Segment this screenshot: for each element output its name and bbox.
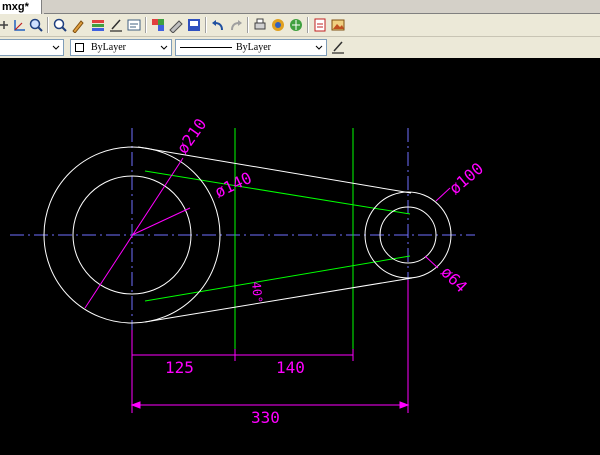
linetype-dropdown[interactable]: ByLayer bbox=[175, 39, 327, 56]
dim-text-330: 330 bbox=[251, 408, 280, 427]
diameter-140-leader bbox=[131, 207, 191, 236]
toolbar-separator bbox=[205, 17, 207, 33]
belt-upper-tangent bbox=[137, 146, 412, 194]
undo-icon[interactable] bbox=[210, 17, 226, 33]
dim-arrow-330-left bbox=[130, 401, 141, 409]
dim-text-d100: ø100 bbox=[445, 159, 487, 198]
properties-toolbar: ByLayer ByLayer bbox=[0, 37, 600, 59]
construction-line-lower bbox=[144, 255, 411, 302]
render-icon[interactable] bbox=[270, 17, 286, 33]
properties-icon[interactable] bbox=[126, 17, 142, 33]
ucs-icon[interactable] bbox=[12, 17, 28, 33]
layer-icon[interactable] bbox=[90, 17, 106, 33]
redo-icon[interactable] bbox=[228, 17, 244, 33]
chevron-down-icon bbox=[160, 45, 168, 50]
drawing-svg: 125 140 330 ø210 ø140 ø100 ø64 40° bbox=[10, 115, 487, 427]
color-dropdown[interactable]: ByLayer bbox=[70, 39, 172, 56]
dim-text-angle: 40° bbox=[249, 281, 265, 304]
document-tab-title: mxg* bbox=[2, 1, 29, 13]
dim-text-140: 140 bbox=[276, 358, 305, 377]
diameter-64-leader bbox=[424, 255, 439, 269]
dim-text-125: 125 bbox=[165, 358, 194, 377]
zoom-realtime-icon[interactable] bbox=[52, 17, 68, 33]
zoom-icon[interactable] bbox=[28, 17, 44, 33]
pan-icon[interactable] bbox=[0, 17, 12, 33]
diameter-210-leader bbox=[84, 157, 184, 309]
publish-icon[interactable] bbox=[288, 17, 304, 33]
belt-lower-tangent bbox=[144, 277, 413, 323]
dim-text-d64: ø64 bbox=[437, 262, 471, 296]
lineweight-icon[interactable] bbox=[330, 39, 346, 55]
color-dropdown-value: ByLayer bbox=[91, 42, 126, 53]
tool-palette-icon[interactable] bbox=[168, 17, 184, 33]
chevron-down-icon bbox=[52, 45, 60, 50]
print-icon[interactable] bbox=[252, 17, 268, 33]
chevron-down-icon bbox=[315, 45, 323, 50]
standard-toolbar bbox=[0, 14, 600, 37]
match-properties-icon[interactable] bbox=[70, 17, 86, 33]
linetype-dropdown-value: ByLayer bbox=[236, 42, 271, 53]
linetype-preview bbox=[180, 47, 232, 48]
dim-text-d210: ø210 bbox=[173, 115, 211, 157]
dim-arrow-330-right bbox=[399, 401, 410, 409]
document-tab[interactable]: mxg* bbox=[0, 0, 42, 15]
toolbar-separator bbox=[307, 17, 309, 33]
design-center-icon[interactable] bbox=[150, 17, 166, 33]
block-icon[interactable] bbox=[108, 17, 124, 33]
drawing-canvas[interactable]: 125 140 330 ø210 ø140 ø100 ø64 40° bbox=[0, 58, 600, 450]
color-swatch bbox=[75, 43, 84, 52]
toolbar-separator bbox=[145, 17, 147, 33]
document-tab-strip: mxg* bbox=[0, 0, 600, 15]
diameter-100-leader bbox=[435, 187, 451, 202]
layer-dropdown[interactable] bbox=[0, 39, 64, 56]
dim-text-d140: ø140 bbox=[212, 168, 255, 202]
toolbar-separator bbox=[47, 17, 49, 33]
pdf-icon[interactable] bbox=[312, 17, 328, 33]
toolbar-separator bbox=[247, 17, 249, 33]
image-icon[interactable] bbox=[330, 17, 346, 33]
sheet-set-icon[interactable] bbox=[186, 17, 202, 33]
